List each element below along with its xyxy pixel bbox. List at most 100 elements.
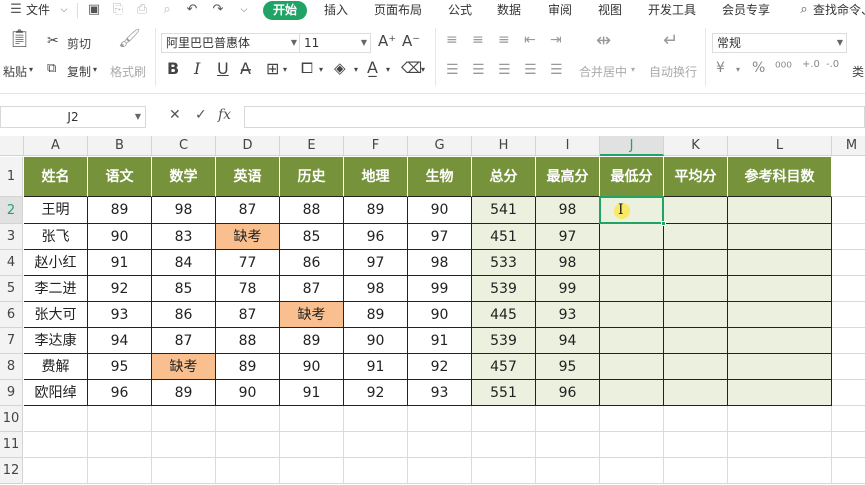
- font-size-select[interactable]: 11 ▼: [299, 33, 371, 53]
- column-header-m[interactable]: M: [832, 136, 865, 156]
- table-cell[interactable]: 98: [408, 250, 472, 276]
- column-header-b[interactable]: B: [88, 136, 152, 156]
- table-cell[interactable]: 89: [216, 354, 280, 380]
- font-name-select[interactable]: 阿里巴巴普惠体 ▼: [161, 33, 301, 53]
- tab-page-layout[interactable]: 页面布局: [374, 0, 422, 22]
- align-left-icon[interactable]: ☰: [446, 62, 459, 78]
- table-cell[interactable]: [728, 224, 832, 250]
- table-cell[interactable]: [664, 302, 728, 328]
- justify-icon[interactable]: ☰: [524, 62, 537, 78]
- table-cell[interactable]: 98: [152, 197, 216, 224]
- chevron-down-icon[interactable]: ⌵: [56, 2, 72, 18]
- merge-center-icon[interactable]: ⇹: [596, 30, 611, 51]
- table-cell[interactable]: [664, 380, 728, 406]
- formula-input[interactable]: [244, 106, 865, 128]
- table-cell[interactable]: 98: [536, 197, 600, 224]
- table-header-cell[interactable]: 总分: [472, 157, 536, 197]
- cell[interactable]: [728, 458, 832, 484]
- cell[interactable]: [832, 328, 865, 354]
- table-cell[interactable]: 96: [536, 380, 600, 406]
- tab-home[interactable]: 开始: [263, 1, 308, 20]
- table-cell[interactable]: 445: [472, 302, 536, 328]
- cell[interactable]: [832, 406, 865, 432]
- table-cell[interactable]: 85: [280, 224, 344, 250]
- table-cell[interactable]: 97: [536, 224, 600, 250]
- table-cell[interactable]: [600, 197, 664, 224]
- table-cell[interactable]: 98: [536, 250, 600, 276]
- table-header-cell[interactable]: 姓名: [24, 157, 88, 197]
- font-color-icon[interactable]: A̲: [367, 58, 378, 77]
- column-header-d[interactable]: D: [216, 136, 280, 156]
- format-painter-icon[interactable]: 🖌︎: [118, 28, 141, 49]
- cell[interactable]: [600, 406, 664, 432]
- cell[interactable]: [344, 432, 408, 458]
- table-cell[interactable]: 张大可: [24, 302, 88, 328]
- table-header-cell[interactable]: 最高分: [536, 157, 600, 197]
- table-cell[interactable]: 91: [88, 250, 152, 276]
- redo-icon[interactable]: ↷: [210, 2, 226, 18]
- spreadsheet-grid[interactable]: A B C D E F G H I J K L M 1 2 3 4 5 6 7 8 9 10 11 12 姓名 语文 数学 英语 历史 地理…: [0, 136, 865, 485]
- cell[interactable]: [152, 406, 216, 432]
- cell[interactable]: [832, 432, 865, 458]
- table-cell[interactable]: [664, 354, 728, 380]
- cell[interactable]: [664, 432, 728, 458]
- table-cell[interactable]: 王明: [24, 197, 88, 224]
- fill-handle[interactable]: [661, 221, 666, 226]
- tab-insert[interactable]: 插入: [324, 0, 348, 22]
- tab-view[interactable]: 视图: [598, 0, 622, 22]
- table-header-cell[interactable]: 英语: [216, 157, 280, 197]
- cell[interactable]: [24, 458, 88, 484]
- table-cell[interactable]: [728, 354, 832, 380]
- tab-review[interactable]: 审阅: [548, 0, 572, 22]
- table-cell[interactable]: 89: [88, 197, 152, 224]
- percent-icon[interactable]: %: [752, 60, 765, 76]
- column-header-e[interactable]: E: [280, 136, 344, 156]
- cell[interactable]: [728, 432, 832, 458]
- cell[interactable]: [832, 197, 865, 224]
- cell[interactable]: [280, 406, 344, 432]
- copy-chevron-icon[interactable]: ▾: [93, 65, 97, 74]
- table-cell[interactable]: 缺考: [280, 302, 344, 328]
- table-cell[interactable]: 90: [344, 328, 408, 354]
- table-cell[interactable]: 533: [472, 250, 536, 276]
- table-cell[interactable]: 539: [472, 276, 536, 302]
- wrap-text-button[interactable]: 自动换行: [649, 63, 697, 80]
- table-cell[interactable]: 90: [408, 197, 472, 224]
- paste-button[interactable]: 粘贴: [3, 63, 27, 80]
- table-cell[interactable]: 90: [216, 380, 280, 406]
- table-cell[interactable]: 86: [280, 250, 344, 276]
- table-cell[interactable]: [600, 354, 664, 380]
- currency-icon[interactable]: ¥: [716, 60, 725, 76]
- cell[interactable]: [280, 432, 344, 458]
- table-cell[interactable]: [600, 250, 664, 276]
- table-cell[interactable]: [664, 328, 728, 354]
- table-header-cell[interactable]: 地理: [344, 157, 408, 197]
- table-cell[interactable]: [664, 250, 728, 276]
- row-header-11[interactable]: 11: [0, 432, 23, 458]
- paste-chevron-icon[interactable]: ▾: [29, 65, 33, 74]
- save-icon[interactable]: ▣: [86, 2, 102, 18]
- cell[interactable]: [472, 458, 536, 484]
- cell[interactable]: [832, 458, 865, 484]
- align-middle-icon[interactable]: ≡: [472, 32, 484, 48]
- insert-function-icon[interactable]: fx: [218, 107, 231, 123]
- strikethrough-icon[interactable]: A̶: [240, 59, 251, 78]
- customize-chevron-icon[interactable]: ⌵: [236, 2, 252, 18]
- merge-center-button[interactable]: 合并居中: [579, 63, 627, 80]
- row-header-4[interactable]: 4: [0, 250, 23, 276]
- table-cell[interactable]: 86: [152, 302, 216, 328]
- table-cell[interactable]: [664, 224, 728, 250]
- table-cell[interactable]: 97: [344, 250, 408, 276]
- column-header-i[interactable]: I: [536, 136, 600, 156]
- table-cell[interactable]: 98: [344, 276, 408, 302]
- table-cell[interactable]: 90: [88, 224, 152, 250]
- select-all-corner[interactable]: [0, 136, 24, 156]
- table-header-cell[interactable]: 参考科目数: [728, 157, 832, 197]
- print-icon[interactable]: ⎙: [134, 2, 150, 18]
- currency-chevron-icon[interactable]: ▾: [736, 65, 740, 74]
- cell[interactable]: [832, 276, 865, 302]
- table-cell[interactable]: 93: [408, 380, 472, 406]
- row-header-3[interactable]: 3: [0, 224, 23, 250]
- menu-lines-icon[interactable]: ☰: [8, 2, 24, 18]
- table-cell[interactable]: 84: [152, 250, 216, 276]
